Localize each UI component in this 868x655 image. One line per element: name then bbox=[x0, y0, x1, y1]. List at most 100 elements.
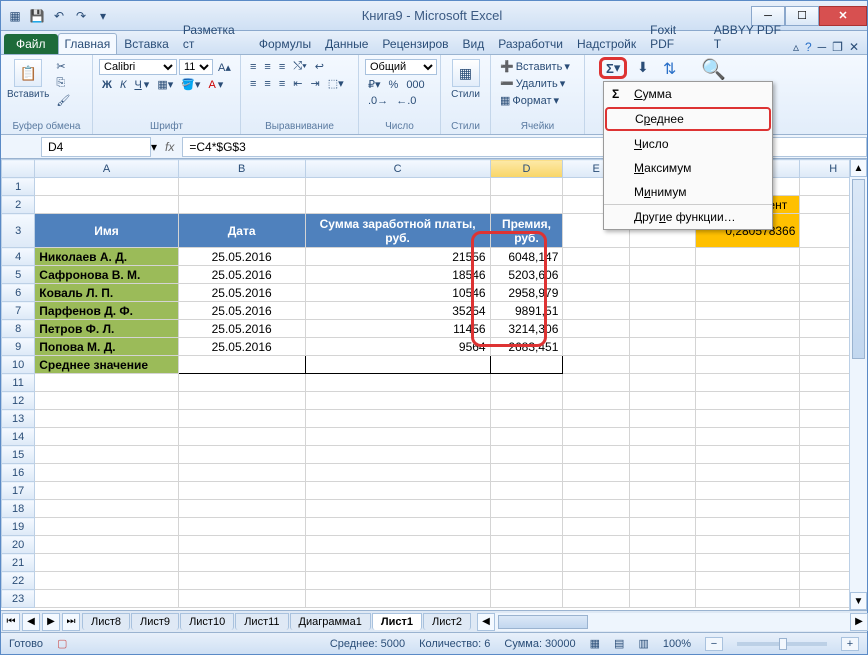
border-button[interactable]: ▦▾ bbox=[154, 77, 176, 92]
align-mid-icon[interactable]: ≡ bbox=[261, 60, 273, 74]
dropdown-more[interactable]: Другие функции… bbox=[604, 204, 772, 229]
tab-formulas[interactable]: Формулы bbox=[252, 33, 318, 54]
cells-format-button[interactable]: ▦ Формат ▾ bbox=[497, 93, 562, 108]
find-select-icon[interactable]: 🔍 bbox=[701, 57, 726, 82]
font-color-button[interactable]: A▾ bbox=[205, 77, 226, 92]
zoom-level[interactable]: 100% bbox=[663, 638, 691, 650]
row-4[interactable]: 4 bbox=[2, 248, 35, 266]
cells-delete-button[interactable]: ➖ Удалить ▾ bbox=[497, 76, 568, 91]
orientation-icon[interactable]: ⤭▾ bbox=[290, 59, 309, 74]
dropdown-count[interactable]: Число bbox=[604, 132, 772, 156]
minimize-ribbon-icon[interactable]: ▵ bbox=[793, 40, 799, 54]
dec-decimal-icon[interactable]: ←.0 bbox=[393, 94, 419, 108]
sheet-tab[interactable]: Лист8 bbox=[82, 613, 130, 630]
styles-icon[interactable]: ▦ bbox=[452, 59, 480, 87]
row-17[interactable]: 17 bbox=[2, 482, 35, 500]
zoom-out-button[interactable]: − bbox=[705, 637, 723, 651]
row-1[interactable]: 1 bbox=[2, 178, 35, 196]
tab-file[interactable]: Файл bbox=[4, 34, 58, 54]
row-13[interactable]: 13 bbox=[2, 410, 35, 428]
scroll-down-icon[interactable]: ▼ bbox=[850, 592, 867, 610]
window-minimize-icon[interactable]: ─ bbox=[818, 40, 827, 54]
zoom-in-button[interactable]: + bbox=[841, 637, 859, 651]
row-19[interactable]: 19 bbox=[2, 518, 35, 536]
row-11[interactable]: 11 bbox=[2, 374, 35, 392]
copy-icon[interactable]: ⎘ bbox=[53, 76, 73, 91]
sheet-tab[interactable]: Лист11 bbox=[235, 613, 288, 630]
tab-home[interactable]: Главная bbox=[58, 33, 118, 54]
font-select[interactable]: Calibri bbox=[99, 59, 177, 75]
tab-foxit[interactable]: Foxit PDF bbox=[643, 19, 707, 54]
help-icon[interactable]: ? bbox=[805, 40, 812, 54]
row-2[interactable]: 2 bbox=[2, 196, 35, 214]
hscroll-right-icon[interactable]: ▶ bbox=[850, 613, 868, 631]
sort-filter-icon[interactable]: ⇅ bbox=[663, 59, 676, 79]
hscroll-thumb[interactable] bbox=[498, 615, 588, 629]
fill-icon[interactable]: ⬇ bbox=[637, 59, 649, 76]
paste-label[interactable]: Вставить bbox=[7, 89, 49, 100]
currency-icon[interactable]: ₽▾ bbox=[365, 77, 384, 92]
row-20[interactable]: 20 bbox=[2, 536, 35, 554]
sheet-tab-active[interactable]: Лист1 bbox=[372, 613, 422, 630]
excel-icon[interactable]: ▦ bbox=[5, 6, 25, 26]
align-right-icon[interactable]: ≡ bbox=[276, 77, 288, 91]
indent-dec-icon[interactable]: ⇤ bbox=[290, 76, 305, 91]
row-6[interactable]: 6 bbox=[2, 284, 35, 302]
merge-icon[interactable]: ⬚▾ bbox=[325, 76, 347, 91]
select-all-corner[interactable] bbox=[2, 160, 35, 178]
window-restore-icon[interactable]: ❐ bbox=[832, 40, 843, 54]
cells-insert-button[interactable]: ➕ Вставить ▾ bbox=[497, 59, 573, 74]
tab-review[interactable]: Рецензиров bbox=[375, 33, 455, 54]
redo-icon[interactable]: ↷ bbox=[71, 6, 91, 26]
window-close-icon[interactable]: ✕ bbox=[849, 40, 859, 54]
align-left-icon[interactable]: ≡ bbox=[247, 77, 259, 91]
autosum-button[interactable]: Σ ▾ bbox=[599, 57, 627, 79]
col-A[interactable]: A bbox=[35, 160, 178, 178]
dropdown-max[interactable]: Максимум bbox=[604, 156, 772, 180]
row-22[interactable]: 22 bbox=[2, 572, 35, 590]
dropdown-sum[interactable]: ΣСумма bbox=[604, 82, 772, 106]
cut-icon[interactable]: ✂ bbox=[53, 59, 73, 74]
qat-customize-icon[interactable]: ▾ bbox=[93, 6, 113, 26]
grow-font-icon[interactable]: A▴ bbox=[215, 60, 234, 75]
sheet-nav-last-icon[interactable]: ⏭ bbox=[62, 613, 80, 631]
row-5[interactable]: 5 bbox=[2, 266, 35, 284]
align-center-icon[interactable]: ≡ bbox=[261, 77, 273, 91]
tab-insert[interactable]: Вставка bbox=[117, 33, 176, 54]
row-16[interactable]: 16 bbox=[2, 464, 35, 482]
sheet-tab[interactable]: Лист2 bbox=[423, 613, 471, 630]
col-B[interactable]: B bbox=[178, 160, 305, 178]
tab-abbyy[interactable]: ABBYY PDF T bbox=[707, 19, 793, 54]
bold-button[interactable]: Ж bbox=[99, 78, 115, 92]
row-18[interactable]: 18 bbox=[2, 500, 35, 518]
scroll-up-icon[interactable]: ▲ bbox=[850, 159, 867, 177]
row-9[interactable]: 9 bbox=[2, 338, 35, 356]
paste-icon[interactable]: 📋 bbox=[14, 59, 42, 87]
view-normal-icon[interactable]: ▦ bbox=[590, 637, 600, 650]
inc-decimal-icon[interactable]: .0→ bbox=[365, 94, 391, 108]
macro-record-icon[interactable]: ▢ bbox=[57, 637, 67, 650]
number-format-select[interactable]: Общий bbox=[365, 59, 437, 75]
col-D[interactable]: D bbox=[490, 160, 563, 178]
format-painter-icon[interactable]: 🖌 bbox=[53, 93, 73, 108]
vertical-scrollbar[interactable]: ▲ ▼ bbox=[849, 159, 867, 610]
dropdown-average[interactable]: Среднее bbox=[605, 107, 771, 131]
zoom-slider[interactable] bbox=[737, 642, 827, 646]
styles-label[interactable]: Стили bbox=[451, 89, 480, 100]
horizontal-scrollbar[interactable]: ◀ ▶ bbox=[477, 613, 867, 631]
hscroll-left-icon[interactable]: ◀ bbox=[477, 613, 495, 631]
undo-icon[interactable]: ↶ bbox=[49, 6, 69, 26]
fill-color-button[interactable]: 🪣▾ bbox=[178, 77, 203, 92]
percent-icon[interactable]: % bbox=[386, 78, 402, 92]
comma-icon[interactable]: 000 bbox=[403, 78, 427, 92]
italic-button[interactable]: К bbox=[117, 78, 129, 92]
sheet-tab[interactable]: Лист10 bbox=[180, 613, 234, 630]
col-C[interactable]: C bbox=[305, 160, 490, 178]
close-button[interactable]: ✕ bbox=[819, 6, 867, 26]
view-pagebreak-icon[interactable]: ▥ bbox=[638, 637, 648, 650]
row-10[interactable]: 10 bbox=[2, 356, 35, 374]
row-14[interactable]: 14 bbox=[2, 428, 35, 446]
fx-icon[interactable]: fx bbox=[165, 140, 174, 154]
row-8[interactable]: 8 bbox=[2, 320, 35, 338]
row-7[interactable]: 7 bbox=[2, 302, 35, 320]
